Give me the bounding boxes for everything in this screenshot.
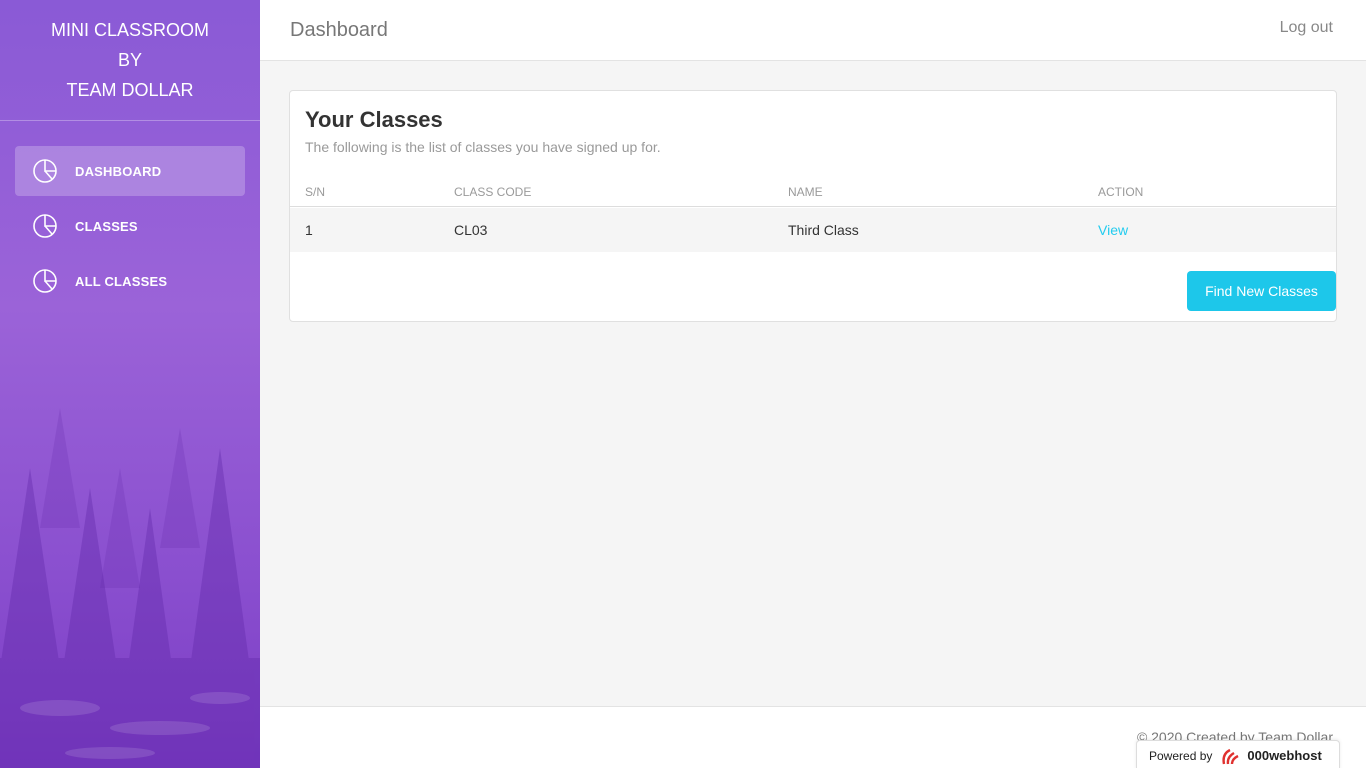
table-row: 1 CL03 Third Class View — [290, 208, 1336, 252]
column-header-class-code: CLASS CODE — [454, 185, 532, 199]
pie-chart-icon — [15, 213, 75, 239]
sidebar-item-label: DASHBOARD — [75, 163, 162, 179]
pie-chart-icon — [15, 268, 75, 294]
column-header-sn: S/N — [305, 185, 326, 199]
page-title: Dashboard — [290, 18, 388, 41]
sidebar-item-classes[interactable]: CLASSES — [15, 201, 245, 251]
sidebar-item-label: ALL CLASSES — [75, 273, 168, 289]
footer: © 2020 Created by Team Dollar Powered by… — [260, 706, 1366, 768]
cell-sn: 1 — [305, 222, 313, 238]
cell-name: Third Class — [788, 222, 859, 238]
brand-line-1: MINI CLASSROOM — [50, 20, 210, 40]
card-title: Your Classes — [305, 107, 443, 132]
powered-by-badge[interactable]: Powered by 000webhost — [1136, 740, 1340, 768]
table-header: S/N CLASS CODE NAME ACTION — [290, 185, 1336, 207]
classes-card: Your Classes The following is the list o… — [289, 90, 1337, 322]
column-header-action: ACTION — [1098, 185, 1144, 199]
card-subtitle: The following is the list of classes you… — [305, 139, 661, 155]
pie-chart-icon — [15, 158, 75, 184]
brand-line-3: TEAM DOLLAR — [66, 80, 194, 100]
powered-by-label: Powered by — [1149, 748, 1213, 763]
webhost-name: 000webhost — [1247, 748, 1322, 763]
brand: MINI CLASSROOM BY TEAM DOLLAR — [0, 0, 260, 121]
webhost-logo-icon — [1220, 746, 1242, 766]
find-new-classes-button[interactable]: Find New Classes — [1187, 271, 1336, 311]
sidebar-item-all-classes[interactable]: ALL CLASSES — [15, 256, 245, 306]
top-navbar: Dashboard Log out — [260, 0, 1366, 61]
view-class-link[interactable]: View — [1098, 222, 1128, 238]
sidebar-item-label: CLASSES — [75, 218, 138, 234]
sidebar-nav: DASHBOARD CLASSES ALL CLASSES — [0, 121, 260, 306]
brand-line-2: BY — [117, 50, 142, 70]
column-header-name: NAME — [788, 185, 823, 199]
cell-class-code: CL03 — [454, 222, 488, 238]
logout-link[interactable]: Log out — [1280, 19, 1333, 37]
main-content: Dashboard Log out Your Classes The follo… — [260, 0, 1366, 768]
sidebar: MINI CLASSROOM BY TEAM DOLLAR DASHBOARD … — [0, 0, 260, 768]
forest-background-image — [0, 408, 260, 768]
sidebar-item-dashboard[interactable]: DASHBOARD — [15, 146, 245, 196]
